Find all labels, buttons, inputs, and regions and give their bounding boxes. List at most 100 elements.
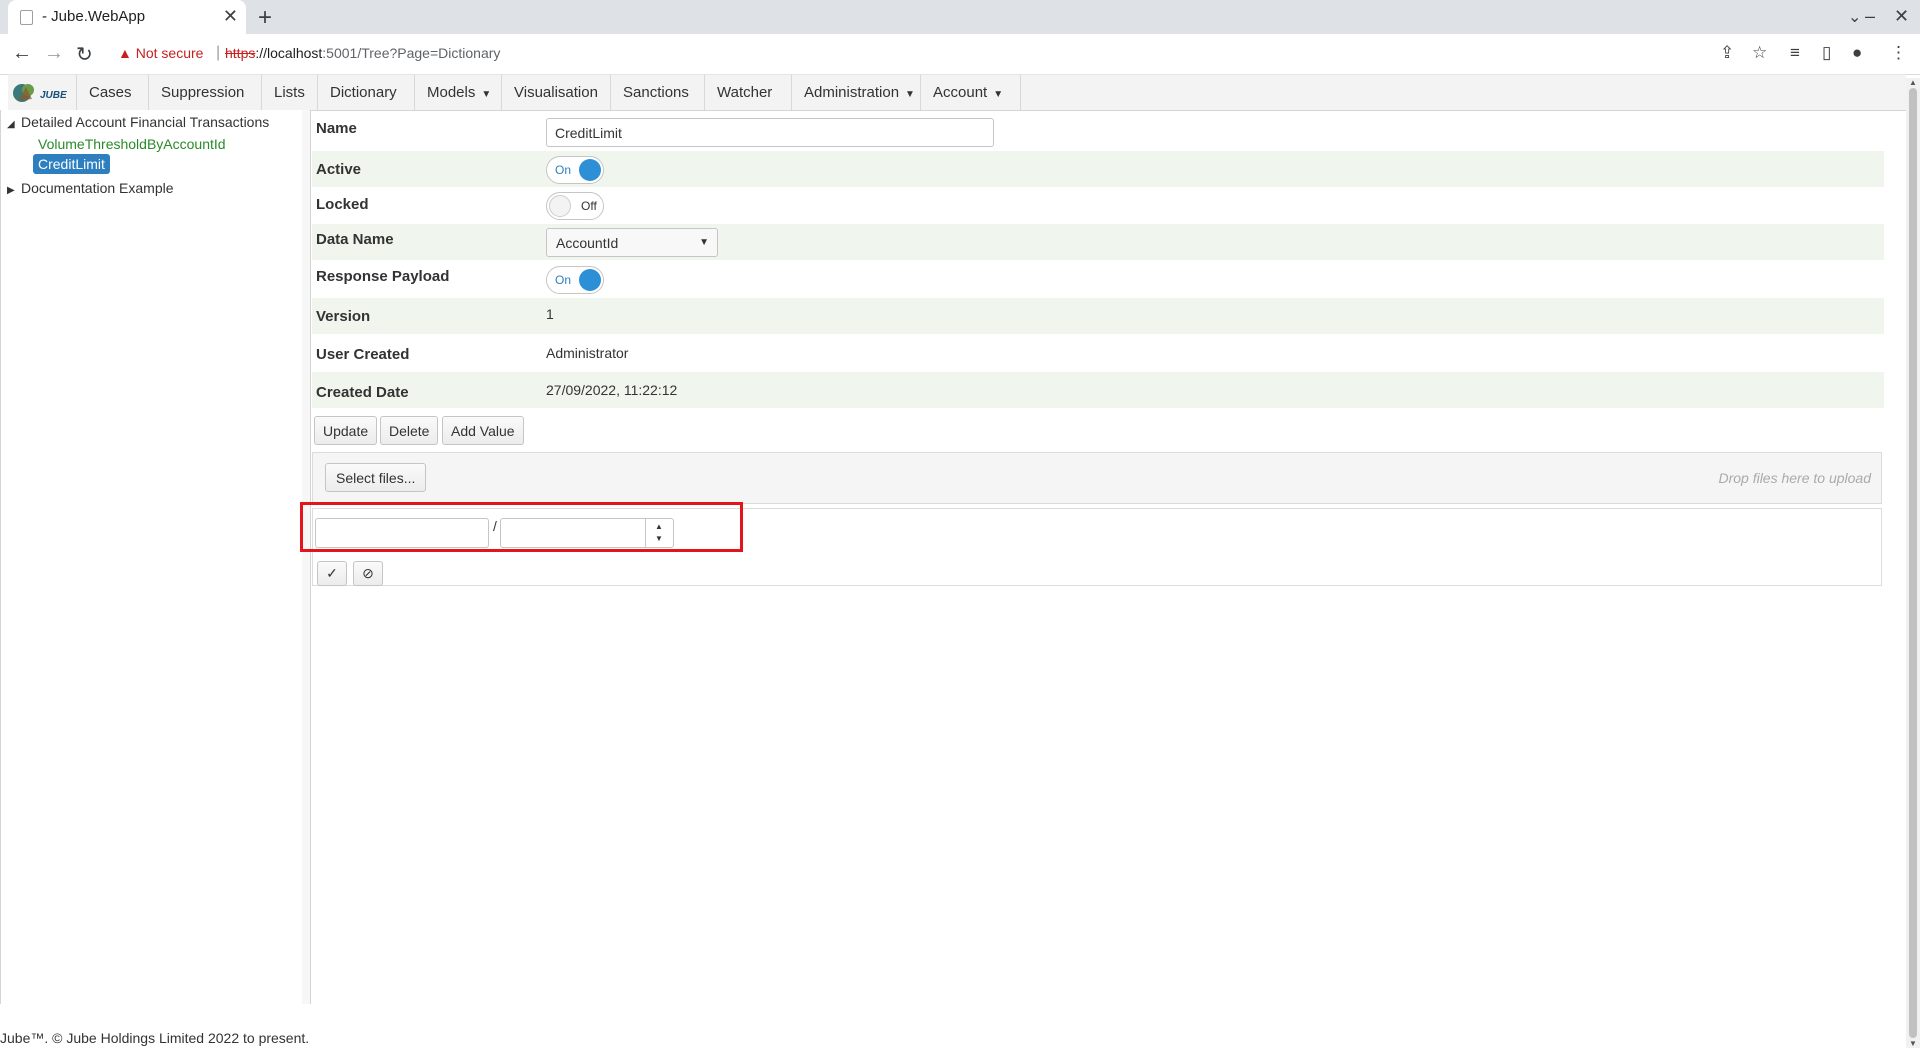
browser-toolbar: ← → ↻ ▲ Not secure | https://localhost:5…: [0, 34, 1920, 75]
collapse-triangle-icon[interactable]: ◢: [7, 119, 21, 130]
nav-sanctions[interactable]: Sanctions: [610, 75, 701, 110]
nav-watcher[interactable]: Watcher: [704, 75, 784, 110]
add-value-button[interactable]: Add Value: [442, 416, 524, 445]
update-button[interactable]: Update: [314, 416, 378, 445]
scroll-up-icon[interactable]: ▲: [1909, 78, 1917, 87]
scroll-down-icon[interactable]: ▼: [1909, 1039, 1917, 1048]
share-icon[interactable]: ⇪: [1720, 43, 1734, 63]
locked-toggle[interactable]: Off: [546, 192, 604, 220]
forward-arrow-icon[interactable]: →: [44, 42, 64, 65]
tree-node-label: Detailed Account Financial Transactions: [21, 114, 270, 130]
app-navbar: JUBE Cases Suppression Lists Dictionary …: [8, 74, 1906, 111]
browser-tab-title: - Jube.WebApp: [42, 8, 146, 25]
toggle-knob-icon: [579, 159, 601, 181]
nav-dictionary[interactable]: Dictionary: [317, 75, 409, 110]
drop-files-hint: Drop files here to upload: [1718, 470, 1871, 486]
form-row-locked: Locked Off: [312, 187, 1884, 223]
tree-node-detailed-account[interactable]: ◢ Detailed Account Financial Transactions: [7, 114, 269, 130]
footer-text: Jube™. © Jube Holdings Limited 2022 to p…: [0, 1030, 310, 1046]
created-date-value: 27/09/2022, 11:22:12: [546, 382, 678, 398]
tree-leaf-volume-threshold[interactable]: VolumeThresholdByAccountId: [38, 136, 226, 152]
form-row-data-name: Data Name AccountId ▼: [312, 224, 1884, 260]
data-name-select[interactable]: AccountId ▼: [546, 228, 718, 257]
version-value: 1: [546, 306, 554, 322]
media-icon[interactable]: ≡: [1790, 43, 1800, 63]
locked-toggle-state: Off: [581, 199, 597, 213]
tree-leaf-label: VolumeThresholdByAccountId: [38, 136, 226, 152]
sidepanel-icon[interactable]: ▯: [1822, 43, 1831, 63]
file-upload-area[interactable]: Select files... Drop files here to uploa…: [312, 452, 1882, 504]
not-secure-indicator[interactable]: ▲ Not secure: [118, 45, 203, 61]
response-payload-toggle[interactable]: On: [546, 266, 604, 294]
minimize-icon[interactable]: –: [1865, 6, 1875, 27]
response-payload-toggle-state: On: [555, 273, 572, 287]
nav-models[interactable]: Models ▼: [414, 75, 503, 110]
data-name-label: Data Name: [316, 231, 394, 248]
back-arrow-icon[interactable]: ←: [12, 42, 32, 65]
new-tab-icon[interactable]: +: [258, 4, 272, 32]
annotation-highlight-box: [300, 502, 743, 552]
tree-leaf-selected-label: CreditLimit: [33, 154, 110, 174]
tree-node-label: Documentation Example: [21, 180, 174, 196]
url-protocol: https: [225, 45, 256, 61]
data-name-selected-value: AccountId: [556, 235, 619, 251]
reload-icon[interactable]: ↻: [76, 42, 93, 67]
active-label: Active: [316, 161, 362, 178]
account-caret-icon: ▼: [993, 89, 1004, 100]
address-bar[interactable]: https://localhost:5001/Tree?Page=Diction…: [225, 45, 500, 61]
name-label: Name: [316, 120, 357, 137]
administration-caret-icon: ▼: [905, 89, 915, 100]
locked-label: Locked: [316, 196, 369, 213]
page-scrollbar[interactable]: ▲ ▼: [1906, 78, 1920, 1048]
form-row-response-payload: Response Payload On: [312, 260, 1884, 296]
nav-cases[interactable]: Cases: [76, 75, 144, 110]
scrollbar-thumb[interactable]: [1909, 88, 1917, 1038]
user-created-label: User Created: [316, 346, 410, 363]
toggle-knob-icon: [579, 269, 601, 291]
cancel-icon[interactable]: ⊘: [353, 561, 383, 586]
version-label: Version: [316, 308, 371, 325]
tree-panel: ◢ Detailed Account Financial Transactions…: [0, 110, 304, 1004]
form-row-active: Active On: [312, 151, 1884, 187]
url-host: ://localhost: [255, 45, 323, 61]
expand-triangle-icon[interactable]: ▶: [7, 185, 21, 196]
delete-button[interactable]: Delete: [380, 416, 439, 445]
tree-leaf-credit-limit[interactable]: CreditLimit: [33, 154, 110, 174]
panel-splitter[interactable]: [302, 110, 311, 1004]
profile-avatar-icon[interactable]: ●: [1852, 43, 1862, 63]
browser-menu-icon[interactable]: ⋮: [1890, 43, 1907, 63]
nav-models-label: Models: [427, 84, 476, 101]
nav-administration-label: Administration: [804, 84, 900, 101]
tree-node-documentation-example[interactable]: ▶ Documentation Example: [7, 180, 174, 196]
confirm-check-icon[interactable]: ✓: [317, 561, 347, 586]
models-caret-icon: ▼: [481, 89, 492, 100]
select-files-button[interactable]: Select files...: [325, 463, 427, 492]
bookmark-star-icon[interactable]: ☆: [1752, 43, 1767, 63]
response-payload-label: Response Payload: [316, 268, 450, 285]
created-date-label: Created Date: [316, 384, 409, 401]
url-separator: |: [216, 44, 221, 61]
security-label: Not secure: [135, 45, 204, 61]
window-close-icon[interactable]: ✕: [1894, 6, 1909, 27]
nav-account-label: Account: [933, 84, 988, 101]
form-row-user-created: User Created Administrator: [312, 334, 1884, 370]
name-input[interactable]: [546, 118, 994, 147]
svg-text:JUBE: JUBE: [40, 90, 67, 101]
nav-administration[interactable]: Administration ▼: [791, 75, 927, 110]
tab-search-chevron-icon[interactable]: ⌄: [1848, 7, 1861, 27]
nav-visualisation[interactable]: Visualisation: [501, 75, 610, 110]
nav-suppression[interactable]: Suppression: [148, 75, 256, 110]
nav-lists[interactable]: Lists: [261, 75, 317, 110]
active-toggle-state: On: [555, 163, 572, 177]
browser-tabstrip: - Jube.WebApp ✕ + ⌄ – ✕: [0, 0, 1920, 34]
form-row-version: Version 1: [312, 298, 1884, 334]
url-path: :5001/Tree?Page=Dictionary: [322, 45, 501, 61]
nav-account[interactable]: Account ▼: [920, 75, 1015, 110]
form-row-created-date: Created Date 27/09/2022, 11:22:12: [312, 372, 1884, 408]
active-toggle[interactable]: On: [546, 156, 604, 184]
browser-tab[interactable]: - Jube.WebApp ✕: [8, 0, 246, 34]
tab-close-icon[interactable]: ✕: [223, 6, 238, 27]
toggle-knob-icon: [549, 195, 571, 217]
nav-end-divider: [1020, 75, 1021, 110]
jube-logo-icon[interactable]: JUBE: [12, 81, 78, 105]
